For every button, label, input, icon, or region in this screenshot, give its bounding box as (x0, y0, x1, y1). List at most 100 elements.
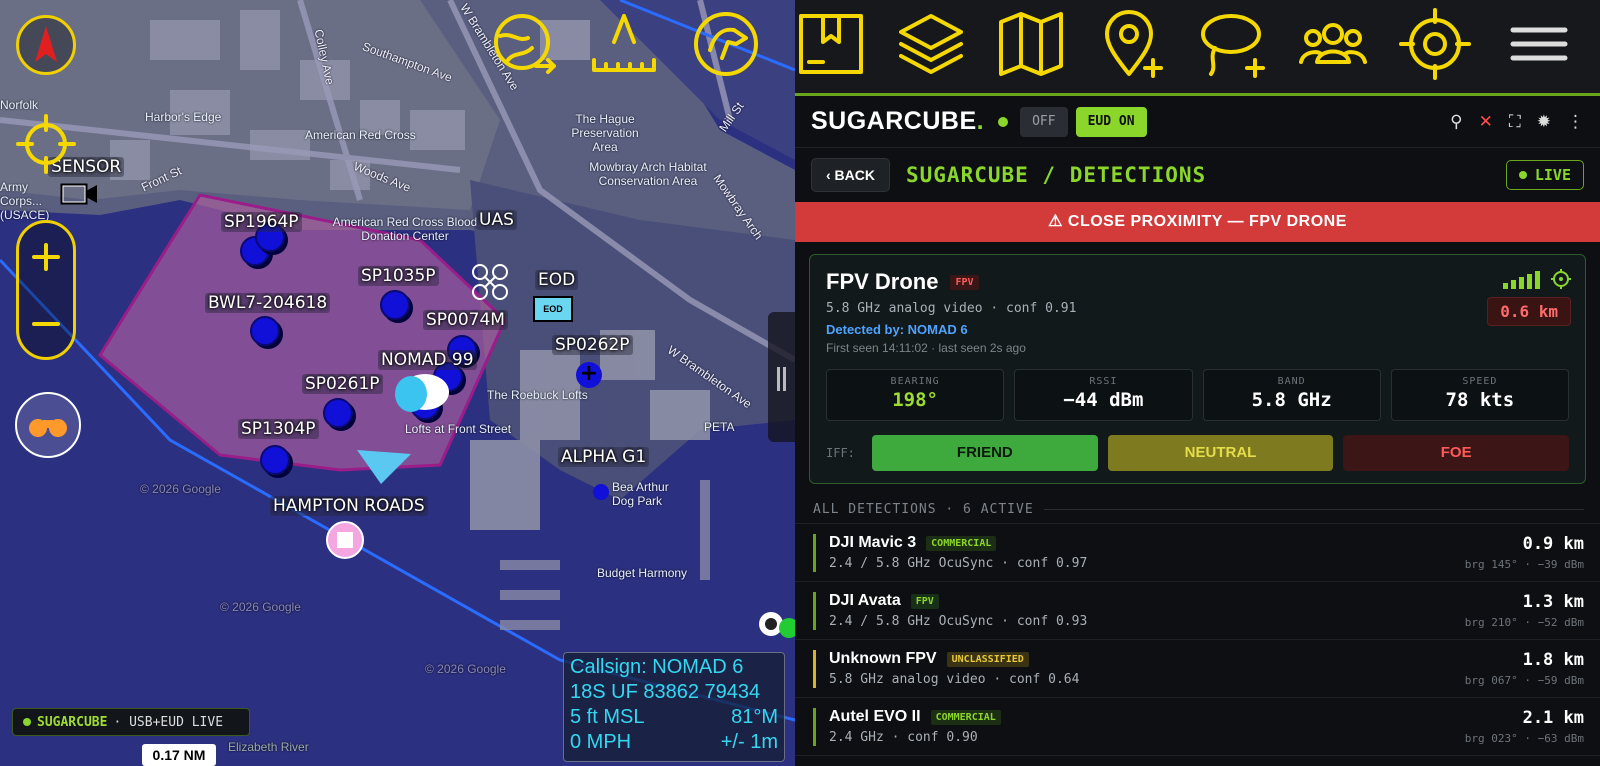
eud-on-toggle[interactable]: EUD ON (1075, 106, 1147, 137)
poi-hague: The Hague Preservation Area (571, 112, 639, 154)
status-name: SUGARCUBE (37, 714, 108, 730)
connection-status-dot (998, 116, 1009, 127)
locate-target-icon[interactable] (1551, 269, 1571, 289)
zoom-control (16, 220, 76, 360)
unit-marker-small[interactable] (593, 484, 609, 500)
poi-mowbray-habitat: Mowbray Arch Habitat Conservation Area (589, 160, 707, 188)
zoom-out-button[interactable] (19, 290, 73, 357)
marker-label-nomad99: NOMAD 99 (378, 350, 477, 370)
unit-marker[interactable] (323, 398, 353, 428)
panel-nav: ‹ BACK SUGARCUBE / DETECTIONS LIVE (795, 148, 1600, 202)
iff-friend-button[interactable]: FRIEND (872, 435, 1098, 471)
distance-badge: 0.6 km (1487, 297, 1571, 326)
link-icon[interactable]: ⚲ (1450, 112, 1462, 132)
metrics-row: BEARING 198° RSSI −44 dBm BAND 5.8 GHz SPEE… (826, 369, 1569, 421)
poi-roebuck: The Roebuck Lofts (487, 388, 588, 402)
waypoint-flower-icon[interactable] (323, 518, 367, 562)
poi-red-cross-blood: American Red Cross Blood Donation Center (332, 215, 478, 243)
sugarcube-status-chip[interactable]: SUGARCUBE · USB+EUD LIVE (12, 708, 250, 736)
detection-row[interactable]: Unknown FPV UNCLASSIFIED 5.8 GHz analog v… (795, 639, 1600, 697)
range-bearing-icon[interactable] (588, 8, 660, 80)
poi-budget-harmony: Budget Harmony (597, 566, 688, 580)
north-arrow-icon (35, 26, 57, 62)
map-icon[interactable] (995, 8, 1067, 80)
self-position-icon[interactable] (385, 372, 455, 422)
metric-key: RSSI (1089, 376, 1118, 387)
google-watermark-2: © 2026 Google (220, 600, 301, 614)
altitude-value: 5 ft MSL (570, 706, 645, 728)
metric-rssi: RSSI −44 dBm (1014, 369, 1193, 421)
row-bearing: brg 067° · −59 dBm (1464, 674, 1584, 687)
marker-label-hampton-roads: HAMPTON ROADS (270, 496, 428, 516)
package-icon[interactable] (795, 8, 867, 80)
row-bearing: brg 210° · −52 dBm (1464, 616, 1584, 629)
row-indicator (813, 592, 816, 630)
row-distance: 2.1 km (1522, 708, 1584, 728)
iff-foe-button[interactable]: FOE (1343, 435, 1570, 471)
back-button[interactable]: ‹ BACK (811, 158, 890, 192)
metric-key: BEARING (890, 376, 940, 387)
poi-river: Elizabeth River (228, 740, 309, 754)
callsign-label: Callsign: NOMAD 6 (570, 656, 744, 678)
contacts-icon[interactable] (1297, 8, 1369, 80)
off-toggle[interactable]: OFF (1020, 106, 1068, 137)
settings-icon[interactable]: ✹ (1537, 112, 1551, 132)
compass-button[interactable] (16, 15, 76, 75)
metric-band: BAND 5.8 GHz (1202, 369, 1381, 421)
detection-row[interactable]: DJI Avata FPV 2.4 / 5.8 GHz OcuSync · con… (795, 581, 1600, 639)
detection-subtitle: 5.8 GHz analog video · conf 0.91 (826, 301, 1077, 316)
add-pin-icon[interactable] (1097, 8, 1169, 80)
marker-label-sp0261p: SP0261P (302, 374, 383, 394)
globe-export-icon[interactable] (488, 8, 560, 80)
plus-icon (32, 243, 60, 271)
unit-marker[interactable] (260, 445, 290, 475)
unit-marker[interactable] (250, 316, 280, 346)
row-indicator (813, 534, 816, 572)
detections-list-header: ALL DETECTIONS · 6 ACTIVE (813, 502, 1584, 517)
target-icon[interactable] (1399, 8, 1471, 80)
detection-row-partial[interactable] (795, 755, 1600, 766)
dog-tracker-icon[interactable] (690, 8, 762, 80)
row-distance: 1.8 km (1522, 650, 1584, 670)
menu-icon[interactable] (1505, 8, 1577, 80)
add-lasso-icon[interactable] (1197, 8, 1269, 80)
heading-value: 81°M (731, 706, 778, 728)
layers-icon[interactable] (895, 8, 967, 80)
close-icon[interactable]: ✕ (1479, 112, 1493, 132)
map-scale: 0.17 NM (142, 744, 216, 766)
live-dot (1518, 171, 1527, 179)
video-camera-icon[interactable] (60, 180, 100, 208)
row-distance: 0.9 km (1522, 534, 1584, 554)
eod-unit-icon[interactable]: EOD (533, 296, 573, 322)
operator-icon[interactable] (757, 610, 795, 644)
metric-value: 5.8 GHz (1251, 389, 1332, 411)
crosshair-marker[interactable]: + (576, 362, 602, 388)
minus-icon (32, 322, 60, 326)
marker-label-bwl7: BWL7-204618 (205, 293, 331, 313)
row-bearing: brg 023° · −63 dBm (1464, 732, 1584, 745)
crosshair-icon (16, 114, 76, 174)
panel-drag-handle[interactable] (768, 312, 795, 442)
row-bearing: brg 145° · −39 dBm (1464, 558, 1584, 571)
locate-button[interactable] (16, 114, 76, 174)
unit-marker[interactable] (380, 290, 410, 320)
detection-row[interactable]: DJI Mavic 3 COMMERCIAL 2.4 / 5.8 GHz OcuS… (795, 523, 1600, 581)
row-tag: FPV (910, 593, 939, 609)
detection-name: FPV Drone (826, 269, 939, 294)
google-watermark-1: © 2026 Google (140, 482, 221, 496)
more-icon[interactable]: ⋮ (1567, 112, 1584, 132)
row-name: Autel EVO II (829, 708, 921, 725)
zoom-in-button[interactable] (19, 223, 73, 290)
row-tag: UNCLASSIFIED (946, 651, 1029, 667)
iff-neutral-button[interactable]: NEUTRAL (1107, 435, 1334, 471)
marker-label-sp0262p: SP0262P (552, 335, 633, 355)
poi-bea-arthur: Bea Arthur Dog Park (612, 480, 669, 508)
fullscreen-icon[interactable]: ⛶ (1509, 112, 1521, 132)
detected-by[interactable]: Detected by: NOMAD 6 (826, 322, 1569, 337)
poi-red-cross: American Red Cross (305, 128, 416, 142)
binoculars-button[interactable] (15, 392, 81, 458)
drone-icon[interactable] (470, 262, 510, 302)
row-name: DJI Avata (829, 592, 901, 609)
detection-row[interactable]: Autel EVO II COMMERCIAL 2.4 GHz · conf 0.… (795, 697, 1600, 755)
iff-selector: IFF: FRIEND NEUTRAL FOE (826, 435, 1570, 471)
